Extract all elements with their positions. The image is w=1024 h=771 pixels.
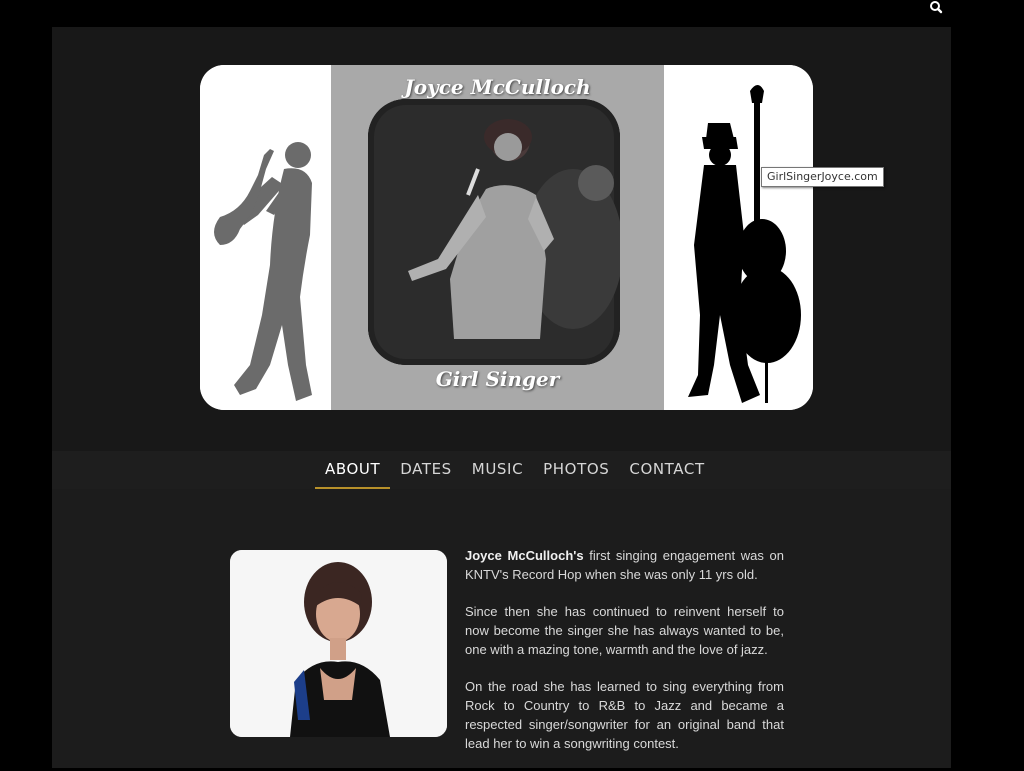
bass-player-image bbox=[664, 65, 813, 410]
banner-center-panel: Joyce McCulloch Girl Singer bbox=[331, 65, 664, 410]
bio-paragraph-1: Joyce McCulloch's first singing engageme… bbox=[465, 546, 784, 584]
about-section: Joyce McCulloch's first singing engageme… bbox=[52, 489, 951, 768]
banner-name: Joyce McCulloch bbox=[404, 75, 591, 99]
bio-name: Joyce McCulloch's bbox=[465, 548, 584, 563]
header-banner[interactable]: Joyce McCulloch Girl Singer bbox=[200, 65, 813, 410]
page-container: Joyce McCulloch Girl Singer GirlSingerJo… bbox=[52, 27, 951, 768]
bio-paragraph-2: Since then she has continued to reinvent… bbox=[465, 604, 784, 657]
nav-music[interactable]: MUSIC bbox=[462, 451, 533, 489]
bio-paragraph-3: On the road she has learned to sing ever… bbox=[465, 679, 784, 751]
nav-about[interactable]: ABOUT bbox=[315, 451, 391, 489]
nav-contact[interactable]: CONTACT bbox=[619, 451, 714, 489]
nav-photos[interactable]: PHOTOS bbox=[533, 451, 619, 489]
joyce-portrait-photo bbox=[230, 550, 447, 737]
about-bio: Joyce McCulloch's first singing engageme… bbox=[465, 546, 784, 771]
singer-performance-photo bbox=[368, 99, 620, 365]
top-bar bbox=[0, 0, 1024, 27]
nav-dates[interactable]: DATES bbox=[390, 451, 462, 489]
search-icon[interactable] bbox=[928, 0, 944, 14]
main-nav: ABOUT DATES MUSIC PHOTOS CONTACT bbox=[315, 451, 715, 489]
main-nav-bar: ABOUT DATES MUSIC PHOTOS CONTACT bbox=[52, 451, 951, 489]
saxophone-player-image bbox=[200, 65, 331, 410]
site-tooltip: GirlSingerJoyce.com bbox=[761, 167, 884, 187]
banner-tagline: Girl Singer bbox=[435, 367, 560, 391]
